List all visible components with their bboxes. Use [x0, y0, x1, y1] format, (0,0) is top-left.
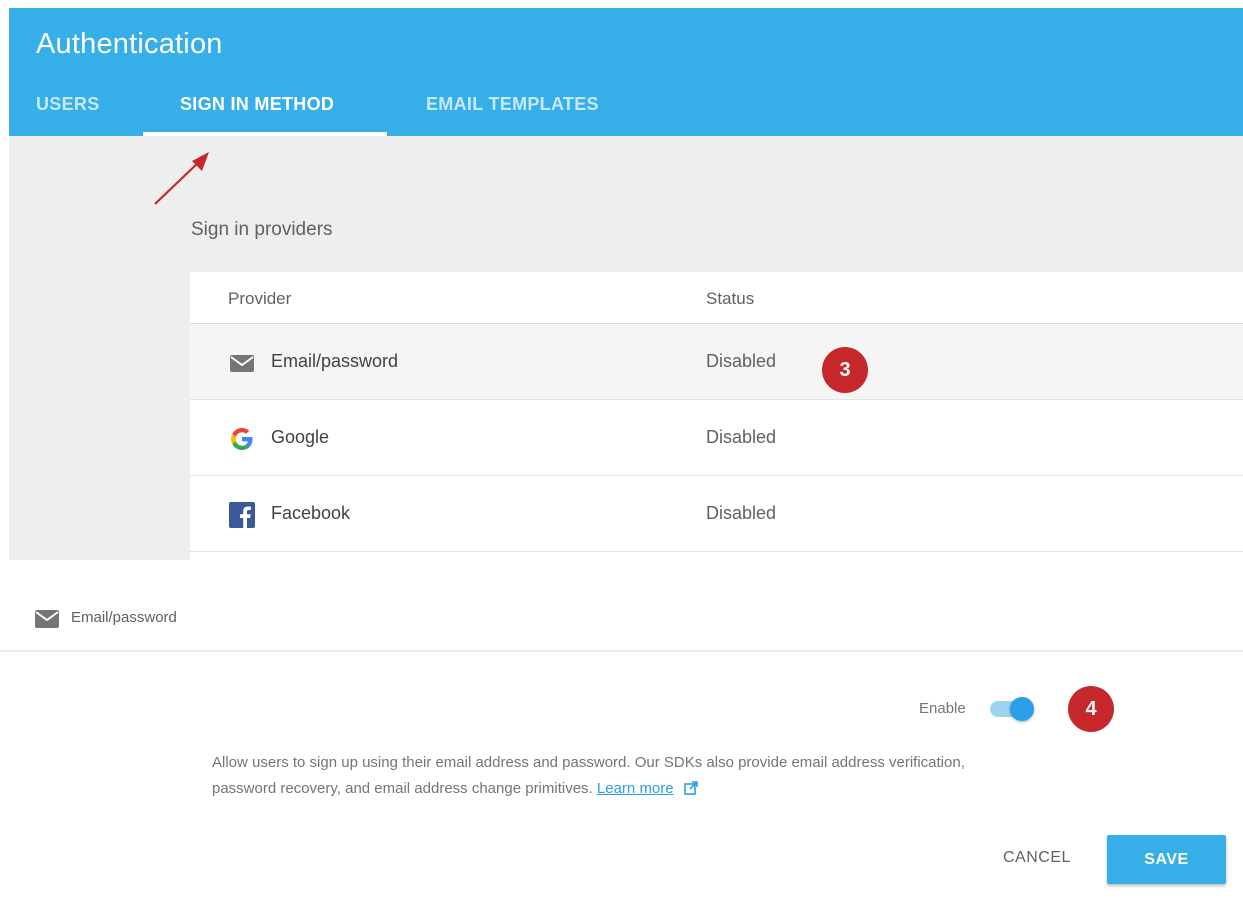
column-header-status: Status	[706, 289, 755, 308]
providers-table: Provider Status Email/password Disabled …	[190, 272, 1243, 560]
tab-email-templates[interactable]: EMAIL TEMPLATES	[426, 94, 599, 115]
tab-users[interactable]: USERS	[36, 94, 100, 115]
provider-name: Facebook	[271, 503, 351, 523]
table-row-google[interactable]: Google Disabled	[190, 400, 1243, 476]
email-icon	[230, 355, 254, 372]
save-button[interactable]: SAVE	[1107, 835, 1226, 884]
enable-label: Enable	[919, 700, 966, 717]
external-link-icon[interactable]	[683, 781, 698, 795]
auth-console-panel: Authentication USERS SIGN IN METHOD EMAI…	[9, 8, 1243, 560]
active-tab-indicator	[143, 132, 387, 136]
sign-in-providers-heading: Sign in providers	[191, 219, 333, 240]
provider-name: Google	[271, 427, 330, 447]
dialog-title: Email/password	[71, 609, 177, 626]
facebook-icon	[229, 502, 255, 528]
cancel-button[interactable]: CANCEL	[1003, 849, 1071, 867]
step-3-badge: 3	[822, 347, 868, 393]
tab-sign-in-method[interactable]: SIGN IN METHOD	[180, 94, 334, 115]
provider-status: Disabled	[706, 351, 777, 371]
app-header: Authentication USERS SIGN IN METHOD EMAI…	[9, 8, 1243, 136]
step-4-badge: 4	[1068, 686, 1114, 732]
table-row-facebook[interactable]: Facebook Disabled	[190, 476, 1243, 552]
provider-status: Disabled	[706, 427, 777, 447]
learn-more-link[interactable]: Learn more	[597, 780, 674, 797]
enable-toggle[interactable]	[988, 697, 1036, 721]
column-header-provider: Provider	[228, 289, 292, 308]
email-icon	[35, 610, 59, 628]
email-password-dialog-header: Email/password	[0, 560, 1243, 652]
table-header: Provider Status	[190, 272, 1243, 324]
page-title: Authentication	[36, 28, 223, 60]
dialog-description: Allow users to sign up using their email…	[212, 750, 1012, 802]
toggle-thumb	[1010, 697, 1034, 721]
table-row-email-password[interactable]: Email/password Disabled	[190, 324, 1243, 400]
provider-status: Disabled	[706, 503, 777, 523]
provider-name: Email/password	[271, 351, 399, 371]
annotation-arrow-icon	[154, 152, 209, 205]
google-icon	[231, 428, 253, 450]
description-text: Allow users to sign up using their email…	[212, 754, 965, 797]
